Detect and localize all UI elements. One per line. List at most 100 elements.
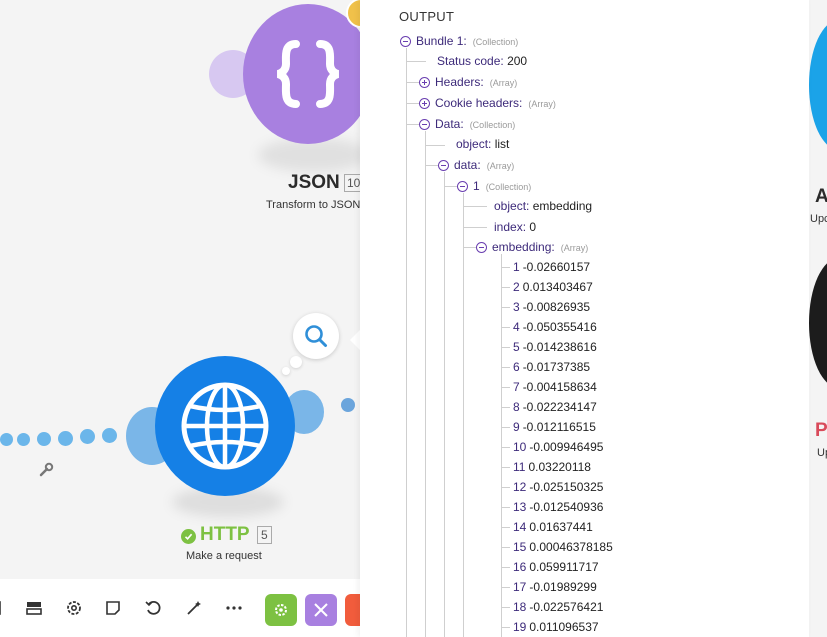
module-partial-top-title: A [815,186,827,207]
right-canvas-area[interactable]: A Upc P Up [809,0,827,637]
embedding-index: 12 [513,480,527,494]
collapse-icon[interactable] [419,119,430,130]
tree-connector [501,487,510,488]
embedding-index: 1 [513,260,520,274]
tools-button[interactable] [305,594,337,626]
json-module-subtitle: Transform to JSON [266,199,361,211]
embedding-index: 14 [513,520,527,534]
collapse-icon[interactable] [457,181,468,192]
inspect-output-button[interactable] [293,313,339,359]
embedding-value-row: 14 0.01637441 [513,518,593,536]
embedding-value: 0.01637441 [529,520,593,534]
undo-icon[interactable] [142,597,164,619]
embedding-value-row: 19 0.011096537 [513,618,599,636]
notes-icon[interactable] [102,597,124,619]
embedding-value: 0.03220118 [528,460,591,474]
collapse-icon[interactable] [400,36,411,47]
embedding-value-row: 12 -0.025150325 [513,478,603,496]
tree-connector [501,267,510,268]
wrench-icon[interactable] [38,462,54,483]
embedding-value-row: 6 -0.01737385 [513,358,590,376]
object-embedding-field: object: embedding [494,199,593,213]
gear-button[interactable] [265,594,297,626]
search-icon [305,325,327,347]
embedding-index: 2 [513,280,520,294]
tree-connector [501,307,510,308]
embedding-index: 11 [513,460,526,474]
embedding-value: -0.01989299 [529,580,597,594]
settings-icon[interactable] [63,597,85,619]
collapse-icon[interactable] [438,160,449,171]
embedding-value: -0.02660157 [522,260,591,274]
cookie-headers-node[interactable]: Cookie headers: (Array) [419,94,556,112]
embedding-index: 7 [513,380,520,394]
module-partial-top[interactable] [809,20,827,150]
tree-connector [501,467,510,468]
embedding-value-row: 16 0.059911717 [513,558,599,576]
collapse-icon[interactable] [476,242,487,253]
embedding-value-row: 15 0.00046378185 [513,538,613,556]
tree-connector [501,427,510,428]
data-node[interactable]: Data: (Collection) [419,115,515,133]
output-panel: OUTPUT Bundle 1: (Collection) Status code… [360,0,809,637]
embedding-value-row: 10 -0.009946495 [513,438,603,456]
embedding-value-row: 17 -0.01989299 [513,578,597,596]
tree-connector [501,607,510,608]
embedding-index: 17 [513,580,527,594]
embedding-index: 15 [513,540,527,554]
embedding-value: -0.009946495 [529,440,604,454]
json-module-title: JSON [288,172,340,193]
scenario-io-icon[interactable] [0,597,14,619]
tree-connector [501,287,510,288]
embedding-index: 3 [513,300,520,314]
flow-control-button[interactable] [345,594,360,626]
embedding-value-row: 18 -0.022576421 [513,598,603,616]
magic-wand-icon[interactable] [183,597,205,619]
tools-icon [314,603,328,617]
index-field: index: 0 [494,220,537,234]
embedding-value: -0.022576421 [529,600,604,614]
embedding-value-row: 11 0.03220118 [513,458,591,476]
embedding-index: 13 [513,500,527,514]
module-partial-bottom[interactable] [809,258,827,388]
bottom-toolbar [0,579,360,637]
export-icon[interactable] [23,597,45,619]
embedding-value-row: 4 -0.050355416 [513,318,597,336]
embedding-index: 16 [513,560,527,574]
embedding-value-row: 3 -0.00826935 [513,298,590,316]
embedding-node[interactable]: embedding: (Array) [476,238,588,256]
embedding-value-row: 2 0.013403467 [513,278,593,296]
success-check-icon [181,529,196,544]
embedding-value-row: 5 -0.014238616 [513,338,597,356]
embedding-value: 0.013403467 [522,280,593,294]
embedding-value: -0.004158634 [522,380,597,394]
embedding-value-row: 1 -0.02660157 [513,258,590,276]
tree-connector [501,587,510,588]
expand-icon[interactable] [419,98,430,109]
embedding-value-row: 13 -0.012540936 [513,498,603,516]
http-module-title: HTTP [200,524,250,545]
embedding-value: -0.050355416 [522,320,597,334]
embedding-value: -0.012116515 [522,420,596,434]
http-module-subtitle: Make a request [186,550,262,562]
bubble-tail [290,356,302,368]
tree-connector [501,507,510,508]
embedding-value: -0.025150325 [529,480,604,494]
module-partial-bottom-title: P [815,420,827,441]
item-1-node[interactable]: 1 (Collection) [457,177,531,195]
tree-connector [501,627,510,628]
expand-icon[interactable] [419,77,430,88]
headers-node[interactable]: Headers: (Array) [419,73,517,91]
embedding-value: -0.012540936 [529,500,604,514]
embedding-value: 0.011096537 [529,620,599,634]
bundle-1-node[interactable]: Bundle 1: (Collection) [400,32,518,50]
embedding-index: 6 [513,360,520,374]
tree-connector [501,547,510,548]
embedding-value: -0.01737385 [522,360,591,374]
more-icon[interactable] [223,597,245,619]
embedding-value-row: 7 -0.004158634 [513,378,597,396]
data-array-node[interactable]: data: (Array) [438,156,514,174]
embedding-value: -0.00826935 [522,300,591,314]
connection-dot[interactable] [341,398,355,412]
tree-connector [501,367,510,368]
